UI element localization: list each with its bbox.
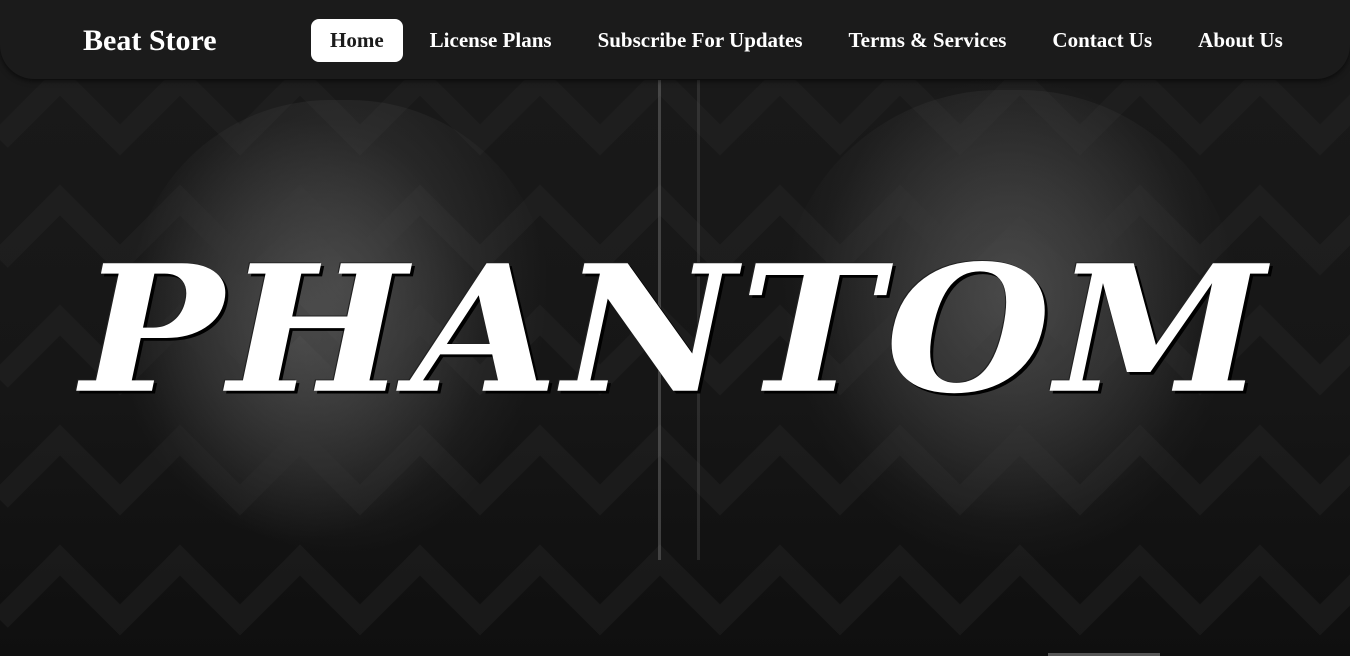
navbar: Beat Store Home License Plans Subscribe … xyxy=(0,0,1350,79)
brand-logo[interactable]: Beat Store xyxy=(83,22,217,60)
nav-link-terms[interactable]: Terms & Services xyxy=(830,19,1026,62)
hero-title: PHANTOM xyxy=(80,226,1270,433)
page: PHANTOM Beat Store Home License Plans Su… xyxy=(0,0,1350,656)
nav-link-license-plans[interactable]: License Plans xyxy=(411,19,571,62)
nav-link-about[interactable]: About Us xyxy=(1179,19,1302,62)
nav-link-contact[interactable]: Contact Us xyxy=(1033,19,1171,62)
nav-link-home[interactable]: Home xyxy=(311,19,403,62)
nav-link-subscribe[interactable]: Subscribe For Updates xyxy=(579,19,822,62)
hero-section: PHANTOM xyxy=(0,0,1350,656)
nav-links: Home License Plans Subscribe For Updates… xyxy=(311,19,1310,62)
